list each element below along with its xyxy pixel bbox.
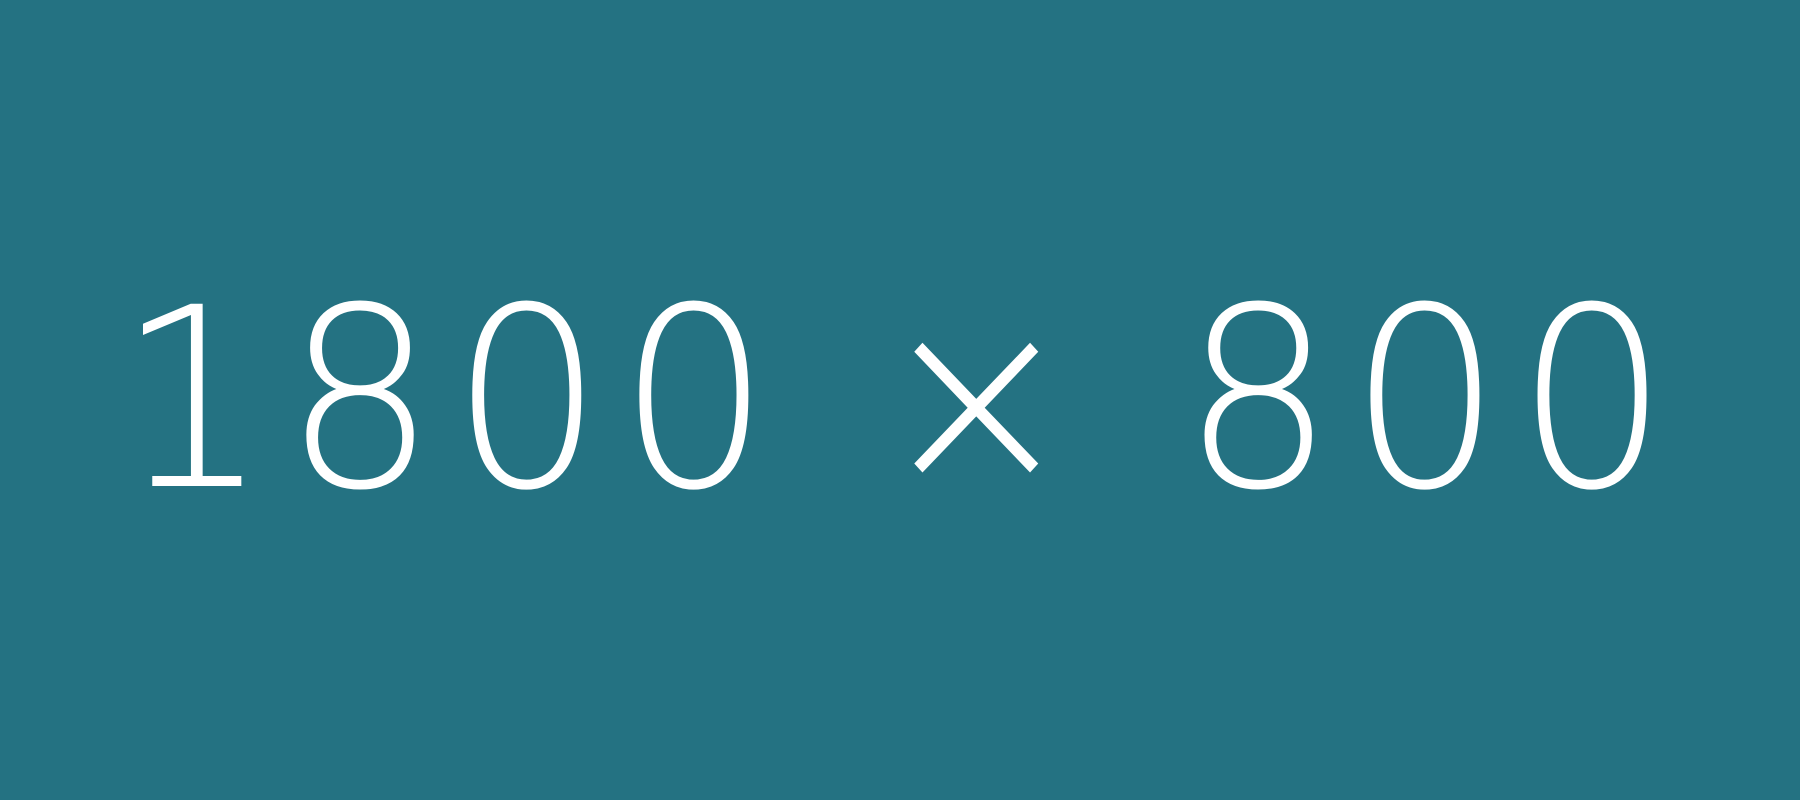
placeholder-image: 1800 × 800 — [0, 0, 1800, 800]
dimensions-label: 1800 × 800 — [116, 254, 1684, 545]
